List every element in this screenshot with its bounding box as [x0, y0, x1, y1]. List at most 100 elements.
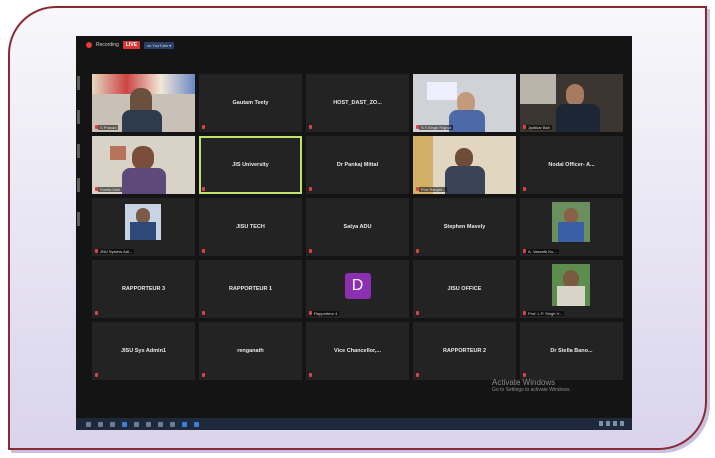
- participant-tile[interactable]: JIS University: [199, 136, 302, 194]
- zoom-app-icon[interactable]: [182, 421, 187, 427]
- muted-mic-icon: [95, 311, 98, 315]
- participant-tile[interactable]: S.Y.Singh Rajput: [413, 74, 516, 132]
- participant-tile[interactable]: RAPPORTEUR 2: [413, 322, 516, 380]
- taskview-icon[interactable]: [110, 421, 115, 427]
- participant-tile[interactable]: Dr Pankaj Mittal: [306, 136, 409, 194]
- muted-mic-icon: [309, 373, 312, 377]
- muted-mic-icon: [416, 249, 419, 253]
- participant-name-label: S.Y.Singh Rajput: [419, 125, 453, 130]
- muted-mic-icon: [523, 373, 526, 377]
- search-icon[interactable]: [98, 421, 103, 427]
- muted-mic-icon: [523, 187, 526, 191]
- participant-avatar: D: [344, 273, 371, 299]
- video-feed-shape: [110, 146, 126, 160]
- muted-mic-icon: [202, 125, 205, 129]
- zoom-app-icon[interactable]: [194, 421, 199, 427]
- participant-tile[interactable]: Vice Chancellor,...: [306, 322, 409, 380]
- participant-tile[interactable]: S Prasad: [92, 74, 195, 132]
- windows-taskbar: [76, 418, 632, 430]
- participant-tile[interactable]: Nodal Officer- A...: [520, 136, 623, 194]
- participant-name: Satya ADU: [343, 224, 372, 230]
- muted-mic-icon: [202, 187, 205, 191]
- participant-name-label: S Prasad: [98, 125, 119, 130]
- muted-mic-icon: [416, 311, 419, 315]
- video-feed-shape: [132, 146, 154, 170]
- gallery-grid: S Prasad Gautam Teety HOST_DAST_ZO... S.Y.S…: [92, 74, 623, 380]
- participant-tile[interactable]: JISU TECH: [199, 198, 302, 256]
- participant-name: Dr Stella Bano...: [550, 348, 593, 354]
- participant-name-label: A. Vasanth Ku...: [526, 249, 559, 254]
- muted-mic-icon: [523, 125, 526, 129]
- muted-mic-icon: [309, 125, 312, 129]
- participant-tile[interactable]: RAPPORTEUR 3: [92, 260, 195, 318]
- participant-tile[interactable]: RAPPORTEUR 1: [199, 260, 302, 318]
- participant-tile[interactable]: Gautam Teety: [199, 74, 302, 132]
- muted-mic-icon: [309, 311, 312, 315]
- participant-tile[interactable]: Satya ADU: [306, 198, 409, 256]
- watermark-subtitle: Go to Settings to activate Windows.: [492, 387, 571, 393]
- participant-name: Nodal Officer- A...: [548, 162, 595, 168]
- stream-target-dropdown[interactable]: on YouTube ▾: [143, 41, 175, 49]
- muted-mic-icon: [523, 249, 526, 253]
- video-feed-shape: [413, 136, 433, 194]
- participant-name-label: Prof Ranjan...: [419, 187, 448, 192]
- participant-name: JIS University: [232, 162, 269, 168]
- participant-tile[interactable]: Sunita Mali: [92, 136, 195, 194]
- live-badge[interactable]: LIVE: [122, 41, 140, 49]
- video-feed-shape: [449, 110, 485, 132]
- participant-tile[interactable]: D Rapporteur 4: [306, 260, 409, 318]
- participant-tile[interactable]: Jyotikar Bali: [520, 74, 623, 132]
- muted-mic-icon: [95, 187, 98, 191]
- app-icon[interactable]: [170, 421, 175, 427]
- video-feed-shape: [556, 104, 600, 132]
- participant-tile[interactable]: A. Vasanth Ku...: [520, 198, 623, 256]
- recording-icon: [86, 42, 92, 48]
- app-icon[interactable]: [146, 421, 151, 427]
- folder-icon[interactable]: [134, 421, 139, 427]
- muted-mic-icon: [202, 373, 205, 377]
- muted-mic-icon: [416, 187, 419, 191]
- participant-name-label: Sunita Mali: [98, 187, 122, 192]
- video-feed-shape: [427, 82, 457, 100]
- participant-name: HOST_DAST_ZO...: [333, 100, 382, 106]
- participant-name: JISU TECH: [236, 224, 265, 230]
- muted-mic-icon: [309, 249, 312, 253]
- muted-mic-icon: [95, 373, 98, 377]
- participant-tile[interactable]: renganath: [199, 322, 302, 380]
- app-icon[interactable]: [158, 421, 163, 427]
- participant-name-label: Rapporteur 4: [312, 311, 340, 316]
- participant-tile[interactable]: Dr Stella Bano...: [520, 322, 623, 380]
- recording-label: Recording: [96, 42, 119, 48]
- video-feed-shape: [122, 110, 162, 132]
- muted-mic-icon: [202, 311, 205, 315]
- zoom-window: Recording LIVE on YouTube ▾ S Prasad Gaut…: [76, 36, 632, 430]
- video-feed-shape: [130, 222, 156, 240]
- participant-tile[interactable]: Prof. L.P. Singh V...: [520, 260, 623, 318]
- muted-mic-icon: [416, 125, 419, 129]
- participant-name: Stephen Mavely: [443, 224, 486, 230]
- muted-mic-icon: [95, 125, 98, 129]
- participant-name-label: Jyotikar Bali: [526, 125, 552, 130]
- participant-tile[interactable]: JISU Sys Admin1: [92, 322, 195, 380]
- participant-tile[interactable]: Stephen Mavely: [413, 198, 516, 256]
- windows-activation-watermark: Activate Windows Go to Settings to activ…: [492, 378, 571, 393]
- participant-name: Gautam Teety: [232, 100, 269, 106]
- participant-tile[interactable]: JISU OFFICE: [413, 260, 516, 318]
- participant-name: Dr Pankaj Mittal: [336, 162, 379, 168]
- participant-tile[interactable]: JNU System Adi...: [92, 198, 195, 256]
- video-feed-shape: [558, 222, 584, 242]
- muted-mic-icon: [95, 249, 98, 253]
- video-feed-shape: [520, 74, 556, 104]
- participant-name: Vice Chancellor,...: [334, 348, 381, 354]
- browser-icon[interactable]: [122, 421, 127, 427]
- participant-name: RAPPORTEUR 2: [442, 348, 487, 354]
- muted-mic-icon: [202, 249, 205, 253]
- video-feed-shape: [445, 166, 485, 194]
- participant-tile[interactable]: HOST_DAST_ZO...: [306, 74, 409, 132]
- start-icon[interactable]: [86, 421, 91, 427]
- muted-mic-icon: [309, 187, 312, 191]
- participant-tile[interactable]: Prof Ranjan...: [413, 136, 516, 194]
- video-feed-shape: [557, 286, 585, 306]
- participant-name-label: Prof. L.P. Singh V...: [526, 311, 565, 316]
- participant-name: JISU OFFICE: [447, 286, 482, 292]
